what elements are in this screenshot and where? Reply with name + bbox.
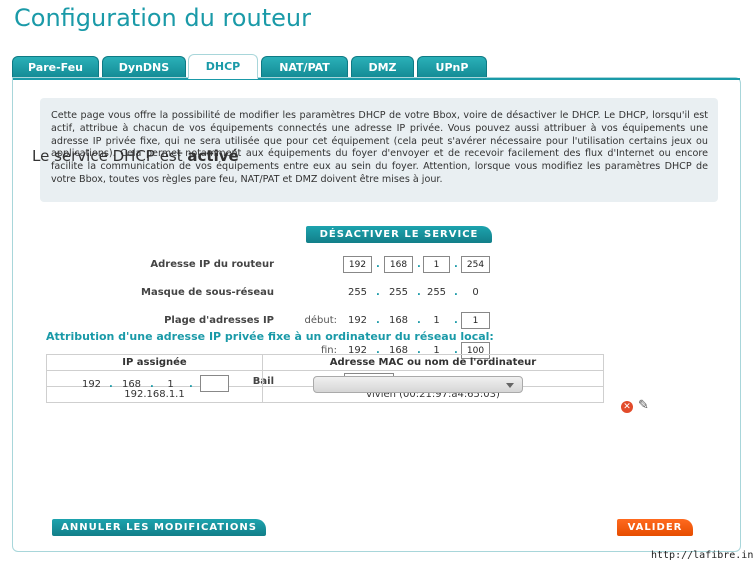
subnet-octet-4: 0 (472, 287, 479, 298)
static-section-title: Attribution d'une adresse IP privée fixe… (46, 330, 494, 343)
router-ip-octet-3[interactable] (423, 256, 450, 273)
subnet-label: Masque de sous-réseau (141, 287, 274, 298)
disable-service-button[interactable]: DÉSACTIVER LE SERVICE (306, 226, 492, 243)
ip-dot: . (376, 287, 380, 298)
new-mac-fields (263, 371, 603, 393)
subnet-octet-3: 255 (426, 287, 447, 298)
tab-dhcp[interactable]: DHCP (188, 54, 258, 79)
range-start-label: début: (304, 315, 337, 326)
range-start-octet-3: 1 (433, 315, 440, 326)
tab-dmz[interactable]: DMZ (351, 56, 414, 78)
validate-button[interactable]: VALIDER (617, 519, 693, 536)
ip-dot: . (454, 287, 458, 298)
table-row-new: 192 . 168 . 1 . (46, 370, 604, 393)
page-title: Configuration du routeur (14, 4, 311, 32)
new-ip-cell: 192 . 168 . 1 . (46, 370, 263, 392)
panel-top-border (13, 78, 740, 80)
edit-pencil-icon[interactable]: ✎ (638, 398, 650, 414)
tab-nat-pat[interactable]: NAT/PAT (261, 56, 348, 78)
range-label: Plage d'adresses IP (164, 315, 274, 326)
router-ip-octet-4[interactable] (461, 256, 490, 273)
router-ip-octet-2[interactable] (384, 256, 413, 273)
ip-dot: . (189, 379, 193, 390)
column-header-ip: IP assignée (46, 354, 263, 371)
ip-dot: . (454, 315, 458, 326)
cancel-changes-button[interactable]: ANNULER LES MODIFICATIONS (52, 519, 266, 536)
mac-select-dropdown[interactable] (313, 376, 523, 393)
subnet-octet-1: 255 (347, 287, 368, 298)
column-header-mac: Adresse MAC ou nom de l'ordinateur (262, 354, 604, 371)
ip-dot: . (109, 379, 113, 390)
range-start-octet-4[interactable] (461, 312, 490, 329)
service-status-state: activé (187, 147, 239, 165)
chevron-down-icon (506, 383, 514, 388)
new-mac-cell (262, 370, 604, 393)
range-start-octet-1: 192 (347, 315, 368, 326)
router-ip-label: Adresse IP du routeur (150, 259, 274, 270)
new-ip-fields: 192 . 168 . 1 . (47, 371, 262, 392)
table-header-row: IP assignée Adresse MAC ou nom de l'ordi… (46, 354, 604, 371)
delete-icon[interactable]: ✕ (621, 401, 633, 413)
ip-dot: . (150, 379, 154, 390)
subnet-octet-2: 255 (388, 287, 409, 298)
ip-dot: . (376, 315, 380, 326)
ip-dot: . (417, 315, 421, 326)
tab-upnp[interactable]: UPnP (417, 56, 487, 78)
new-ip-octet-1: 192 (81, 379, 102, 390)
tab-dyndns[interactable]: DynDNS (102, 56, 186, 78)
static-ip-table: IP assignée Adresse MAC ou nom de l'ordi… (46, 354, 604, 403)
router-ip-octet-1[interactable] (343, 256, 372, 273)
ip-dot: . (454, 259, 458, 270)
range-start-octet-2: 168 (388, 315, 409, 326)
ip-dot: . (376, 259, 380, 270)
service-status-prefix: Le service DHCP est (32, 147, 183, 165)
new-ip-octet-4[interactable] (200, 375, 229, 392)
new-ip-octet-3: 1 (167, 379, 174, 390)
tab-pare-feu[interactable]: Pare-Feu (12, 56, 99, 78)
ip-dot: . (417, 287, 421, 298)
service-status: Le service DHCP est activé (32, 147, 239, 165)
new-ip-octet-2: 168 (121, 379, 142, 390)
watermark: http://lafibre.info (651, 550, 754, 561)
ip-dot: . (417, 259, 421, 270)
